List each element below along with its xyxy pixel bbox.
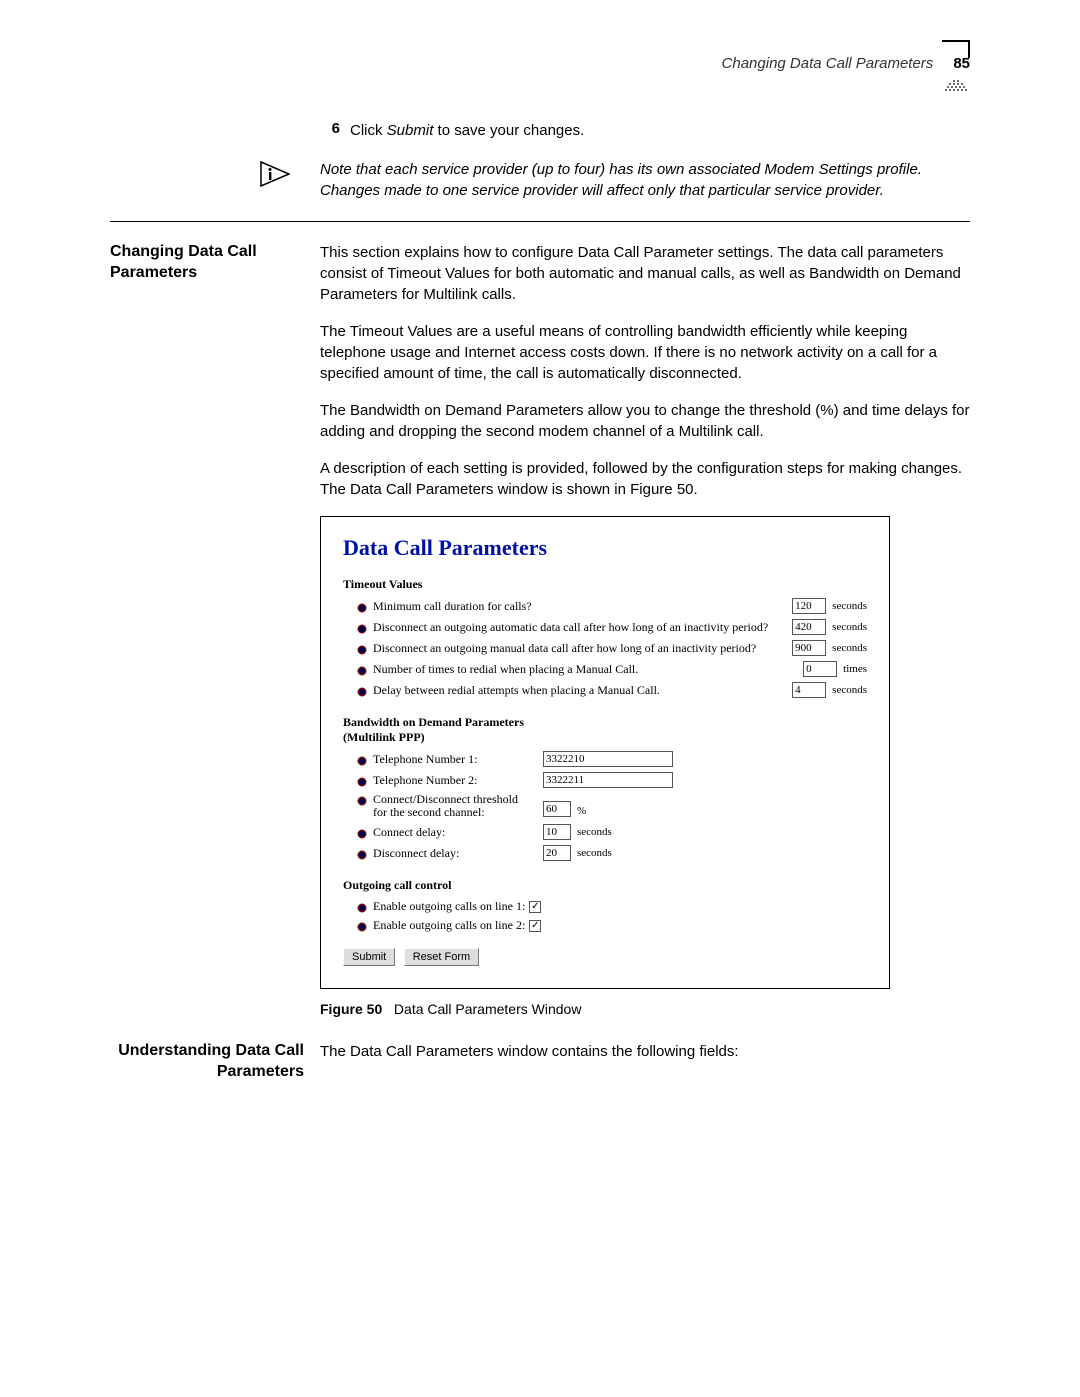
figure-window: Data Call Parameters Timeout Values Mini… (320, 516, 890, 989)
window-title: Data Call Parameters (343, 535, 867, 561)
running-header-title: Changing Data Call Parameters (722, 55, 934, 72)
unit-label: seconds (832, 642, 867, 654)
step-item: 6 Click Submit to save your changes. (320, 120, 970, 141)
field-label: Connect/Disconnect thresholdfor the seco… (373, 793, 543, 819)
bullet-icon (357, 644, 367, 654)
bullet-icon (357, 623, 367, 633)
manual-disconnect-input[interactable] (792, 640, 826, 656)
step-number: 6 (320, 120, 340, 141)
checkbox-row: Enable outgoing calls on line 1: ✓ (343, 899, 867, 914)
bullet-icon (357, 776, 367, 786)
field-label: Delay between redial attempts when placi… (373, 683, 660, 698)
enable-line1-checkbox[interactable]: ✓ (529, 901, 541, 913)
group-label: Bandwidth on Demand Parameters (343, 715, 867, 730)
unit-label: seconds (832, 684, 867, 696)
field-label: Telephone Number 2: (373, 773, 543, 788)
disconnect-delay-input[interactable] (543, 845, 571, 861)
unit-label: % (577, 805, 586, 817)
body-paragraph: This section explains how to configure D… (320, 242, 970, 305)
unit-label: times (843, 663, 867, 675)
unit-label: seconds (577, 847, 612, 859)
bullet-icon (357, 921, 367, 931)
section-divider (110, 221, 970, 222)
body-paragraph: A description of each setting is provide… (320, 458, 970, 500)
group-label: Outgoing call control (343, 878, 867, 893)
field-label: Number of times to redial when placing a… (373, 662, 638, 677)
enable-line2-checkbox[interactable]: ✓ (529, 920, 541, 932)
redial-delay-input[interactable] (792, 682, 826, 698)
checkbox-row: Enable outgoing calls on line 2: ✓ (343, 918, 867, 933)
form-row: Disconnect an outgoing manual data call … (343, 640, 867, 656)
unit-label: seconds (577, 826, 612, 838)
field-label: Connect delay: (373, 825, 543, 840)
bullet-icon (357, 849, 367, 859)
body-paragraph: The Timeout Values are a useful means of… (320, 321, 970, 384)
bullet-icon (357, 795, 367, 805)
form-row: Delay between redial attempts when placi… (343, 682, 867, 698)
checkbox-label: Enable outgoing calls on line 2: (373, 918, 525, 933)
telephone-2-input[interactable] (543, 772, 673, 788)
body-paragraph: The Data Call Parameters window contains… (320, 1041, 970, 1062)
step-text: Click Submit to save your changes. (350, 120, 584, 141)
min-call-input[interactable] (792, 598, 826, 614)
form-row: Telephone Number 1: (343, 751, 867, 767)
field-label: Minimum call duration for calls? (373, 599, 532, 614)
body-paragraph: The Bandwidth on Demand Parameters allow… (320, 400, 970, 442)
page-number: 85 (953, 55, 970, 72)
checkbox-label: Enable outgoing calls on line 1: (373, 899, 525, 914)
form-row: Connect delay: seconds (343, 824, 867, 840)
unit-label: seconds (832, 600, 867, 612)
section-heading: Understanding Data Call Parameters (110, 1041, 304, 1083)
field-label: Disconnect an outgoing manual data call … (373, 641, 756, 656)
bullet-icon (357, 686, 367, 696)
field-label: Disconnect delay: (373, 846, 543, 861)
bullet-icon (357, 902, 367, 912)
form-row: Telephone Number 2: (343, 772, 867, 788)
redial-times-input[interactable] (803, 661, 837, 677)
telephone-1-input[interactable] (543, 751, 673, 767)
bullet-icon (357, 602, 367, 612)
reset-button[interactable]: Reset Form (404, 948, 479, 966)
figure-caption: Figure 50 Data Call Parameters Window (320, 1001, 970, 1017)
form-row: Connect/Disconnect thresholdfor the seco… (343, 793, 867, 819)
field-label: Telephone Number 1: (373, 752, 543, 767)
field-label: Disconnect an outgoing automatic data ca… (373, 620, 768, 635)
form-row: Disconnect an outgoing automatic data ca… (343, 619, 867, 635)
note-text: Note that each service provider (up to f… (320, 159, 970, 201)
form-row: Disconnect delay: seconds (343, 845, 867, 861)
form-row: Minimum call duration for calls? seconds (343, 598, 867, 614)
section-heading: Changing Data Call Parameters (110, 242, 320, 284)
form-row: Number of times to redial when placing a… (343, 661, 867, 677)
info-triangle-icon (260, 161, 290, 191)
group-sublabel: (Multilink PPP) (343, 730, 867, 745)
submit-button[interactable]: Submit (343, 948, 395, 966)
threshold-input[interactable] (543, 801, 571, 817)
unit-label: seconds (832, 621, 867, 633)
group-label: Timeout Values (343, 577, 867, 592)
dot-pattern-decoration (944, 78, 970, 92)
bullet-icon (357, 755, 367, 765)
bullet-icon (357, 828, 367, 838)
bullet-icon (357, 665, 367, 675)
auto-disconnect-input[interactable] (792, 619, 826, 635)
connect-delay-input[interactable] (543, 824, 571, 840)
